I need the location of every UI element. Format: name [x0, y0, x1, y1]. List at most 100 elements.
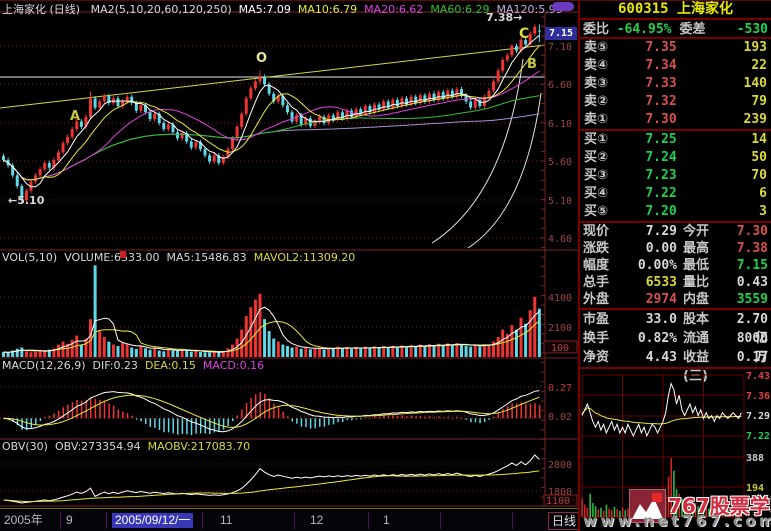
stat-value: 4.43 — [629, 348, 677, 367]
order-price: 7.30 — [628, 111, 694, 129]
indicator-legend-item: OBV(30) — [2, 440, 48, 453]
stat-label: 现价 — [583, 223, 629, 240]
stat-label: 市盈 — [583, 310, 629, 329]
stat-label: 今开 — [677, 223, 733, 240]
stat-label: 总手 — [583, 274, 629, 291]
stat-value: 0.00 — [629, 240, 677, 257]
main-axis-label: 5.10 — [548, 196, 572, 207]
order-price: 7.32 — [628, 93, 694, 111]
main-axis-label: 4.60 — [548, 234, 572, 245]
stock-title: 上海家化 (日线) — [2, 3, 80, 16]
selected-date-label[interactable]: 2005/09/12/一 — [112, 513, 193, 528]
main-axis-label: 6.60 — [548, 80, 572, 91]
vol-pane-header: VOL(5,10)VOLUME:6533.00MA5:15486.83MAVOL… — [2, 251, 362, 264]
stat-value: 7.15 — [733, 257, 768, 274]
time-axis-label: 9 — [66, 513, 73, 528]
order-volume: 22 — [694, 57, 767, 75]
order-volume: 70 — [694, 167, 767, 185]
stat-label: 量比 — [677, 274, 733, 291]
order-level-label: 买④ — [584, 185, 628, 203]
stat-label: 收益(三) — [677, 348, 733, 367]
order-price: 7.35 — [628, 39, 694, 57]
order-level-label: 买② — [584, 149, 628, 167]
stat-value: 6533 — [629, 274, 677, 291]
indicator-legend-item: MACD:0.16 — [203, 359, 264, 372]
scroll-thumb[interactable] — [552, 2, 574, 11]
stat-label: 流通 — [677, 329, 733, 348]
ask-row-2[interactable]: 卖②7.3279 — [580, 93, 771, 111]
ask-row-5[interactable]: 卖⑤7.35193 — [580, 39, 771, 57]
stat-label: 净资 — [583, 348, 629, 367]
stat-row: 换手0.82%流通8000万 — [580, 329, 771, 348]
annotation-B: B — [527, 57, 537, 72]
order-price: 7.24 — [628, 149, 694, 167]
stock-code-name: 600315 上海家化 — [580, 1, 771, 20]
order-price: 7.33 — [628, 75, 694, 93]
order-price: 7.34 — [628, 57, 694, 75]
stat-value: 33.0 — [629, 310, 677, 329]
order-volume: 50 — [694, 149, 767, 167]
stat-row: 外盘2974内盘3559 — [580, 291, 771, 308]
weibi-row: 委比 -64.95% 委差 -530 — [580, 20, 771, 39]
annotation-O: O — [256, 51, 267, 66]
macd-pane-header: MACD(12,26,9)DIF:0.23DEA:0.15MACD:0.16 — [2, 359, 271, 372]
indicator-legend-item: MA20:6.62 — [364, 3, 423, 16]
time-axis-tick — [202, 512, 203, 529]
order-volume: 239 — [694, 111, 767, 129]
weicha-label: 委差 — [672, 20, 706, 37]
bid-row-5[interactable]: 买⑤7.203 — [580, 203, 771, 221]
stat-label: 最低 — [677, 257, 733, 274]
time-axis-tick — [440, 512, 441, 529]
annotation-C: C — [519, 26, 529, 42]
indicator-legend-item: MA5:7.09 — [239, 3, 291, 16]
order-volume: 6 — [694, 185, 767, 203]
order-volume: 79 — [694, 93, 767, 111]
macd-axis-label: 0.02 — [548, 412, 572, 423]
stat-label: 最高 — [677, 240, 733, 257]
stat-label: 幅度 — [583, 257, 629, 274]
stat-label: 涨跌 — [583, 240, 629, 257]
ask-row-4[interactable]: 卖④7.3422 — [580, 57, 771, 75]
stat-value: 7.30 — [733, 223, 768, 240]
main-chart-header: 上海家化 (日线) MA2(5,10,20,60,120,250)MA5:7.0… — [2, 1, 570, 17]
ask-row-1[interactable]: 卖①7.30239 — [580, 111, 771, 129]
stat-value: 0.17 — [733, 348, 768, 367]
order-price: 7.22 — [628, 185, 694, 203]
order-level-label: 卖④ — [584, 57, 628, 75]
vol-axis-label: 4100 — [548, 293, 572, 304]
main-axis-label: 6.10 — [548, 119, 572, 130]
order-level-label: 卖⑤ — [584, 39, 628, 57]
stock-app-window: 7.106.606.105.605.104.60410021000.270.02… — [0, 0, 771, 531]
stat-row: 幅度0.00%最低7.15 — [580, 257, 771, 274]
bid-row-2[interactable]: 买②7.2450 — [580, 149, 771, 167]
signal-marker-icon — [120, 251, 126, 258]
stock-code: 600315 — [618, 1, 669, 17]
order-volume: 3 — [694, 203, 767, 221]
stat-value: 0.00% — [629, 257, 677, 274]
bid-row-3[interactable]: 买③7.2370 — [580, 167, 771, 185]
stat-label: 外盘 — [583, 291, 629, 308]
bid-row-1[interactable]: 买①7.2514 — [580, 131, 771, 149]
watermark: 767股票学习网 www.net767.com — [578, 481, 771, 531]
view-tab-日线[interactable]: 日线 — [548, 512, 580, 530]
stat-row: 涨跌0.00最高7.38 — [580, 240, 771, 257]
stat-label: 股本 — [677, 310, 733, 329]
weicha-value: -530 — [706, 20, 768, 37]
stat-value: 3559 — [733, 291, 768, 308]
indicator-legend-item: DEA:0.15 — [145, 359, 196, 372]
stat-row: 总手6533量比0.43 — [580, 274, 771, 291]
last-price-tag: 7.15 — [545, 27, 577, 40]
bid-row-4[interactable]: 买④7.226 — [580, 185, 771, 203]
ask-row-3[interactable]: 卖③7.33140 — [580, 75, 771, 93]
ask-queue: 卖⑤7.35193卖④7.3422卖③7.33140卖②7.3279卖①7.30… — [580, 39, 771, 129]
annotation-A: A — [70, 109, 80, 124]
quote-panel: 600315 上海家化 委比 -64.95% 委差 -530 卖⑤7.35193… — [578, 1, 771, 531]
stat-label: 换手 — [583, 329, 629, 348]
order-price: 7.20 — [628, 203, 694, 221]
order-price: 7.23 — [628, 167, 694, 185]
time-axis-tick — [512, 512, 513, 529]
order-volume: 14 — [694, 131, 767, 149]
mini-axis-label: 7.22 — [746, 431, 770, 442]
vol-axis-min-label: 100 — [551, 343, 569, 354]
indicator-legend-item: MA5:15486.83 — [166, 251, 246, 264]
